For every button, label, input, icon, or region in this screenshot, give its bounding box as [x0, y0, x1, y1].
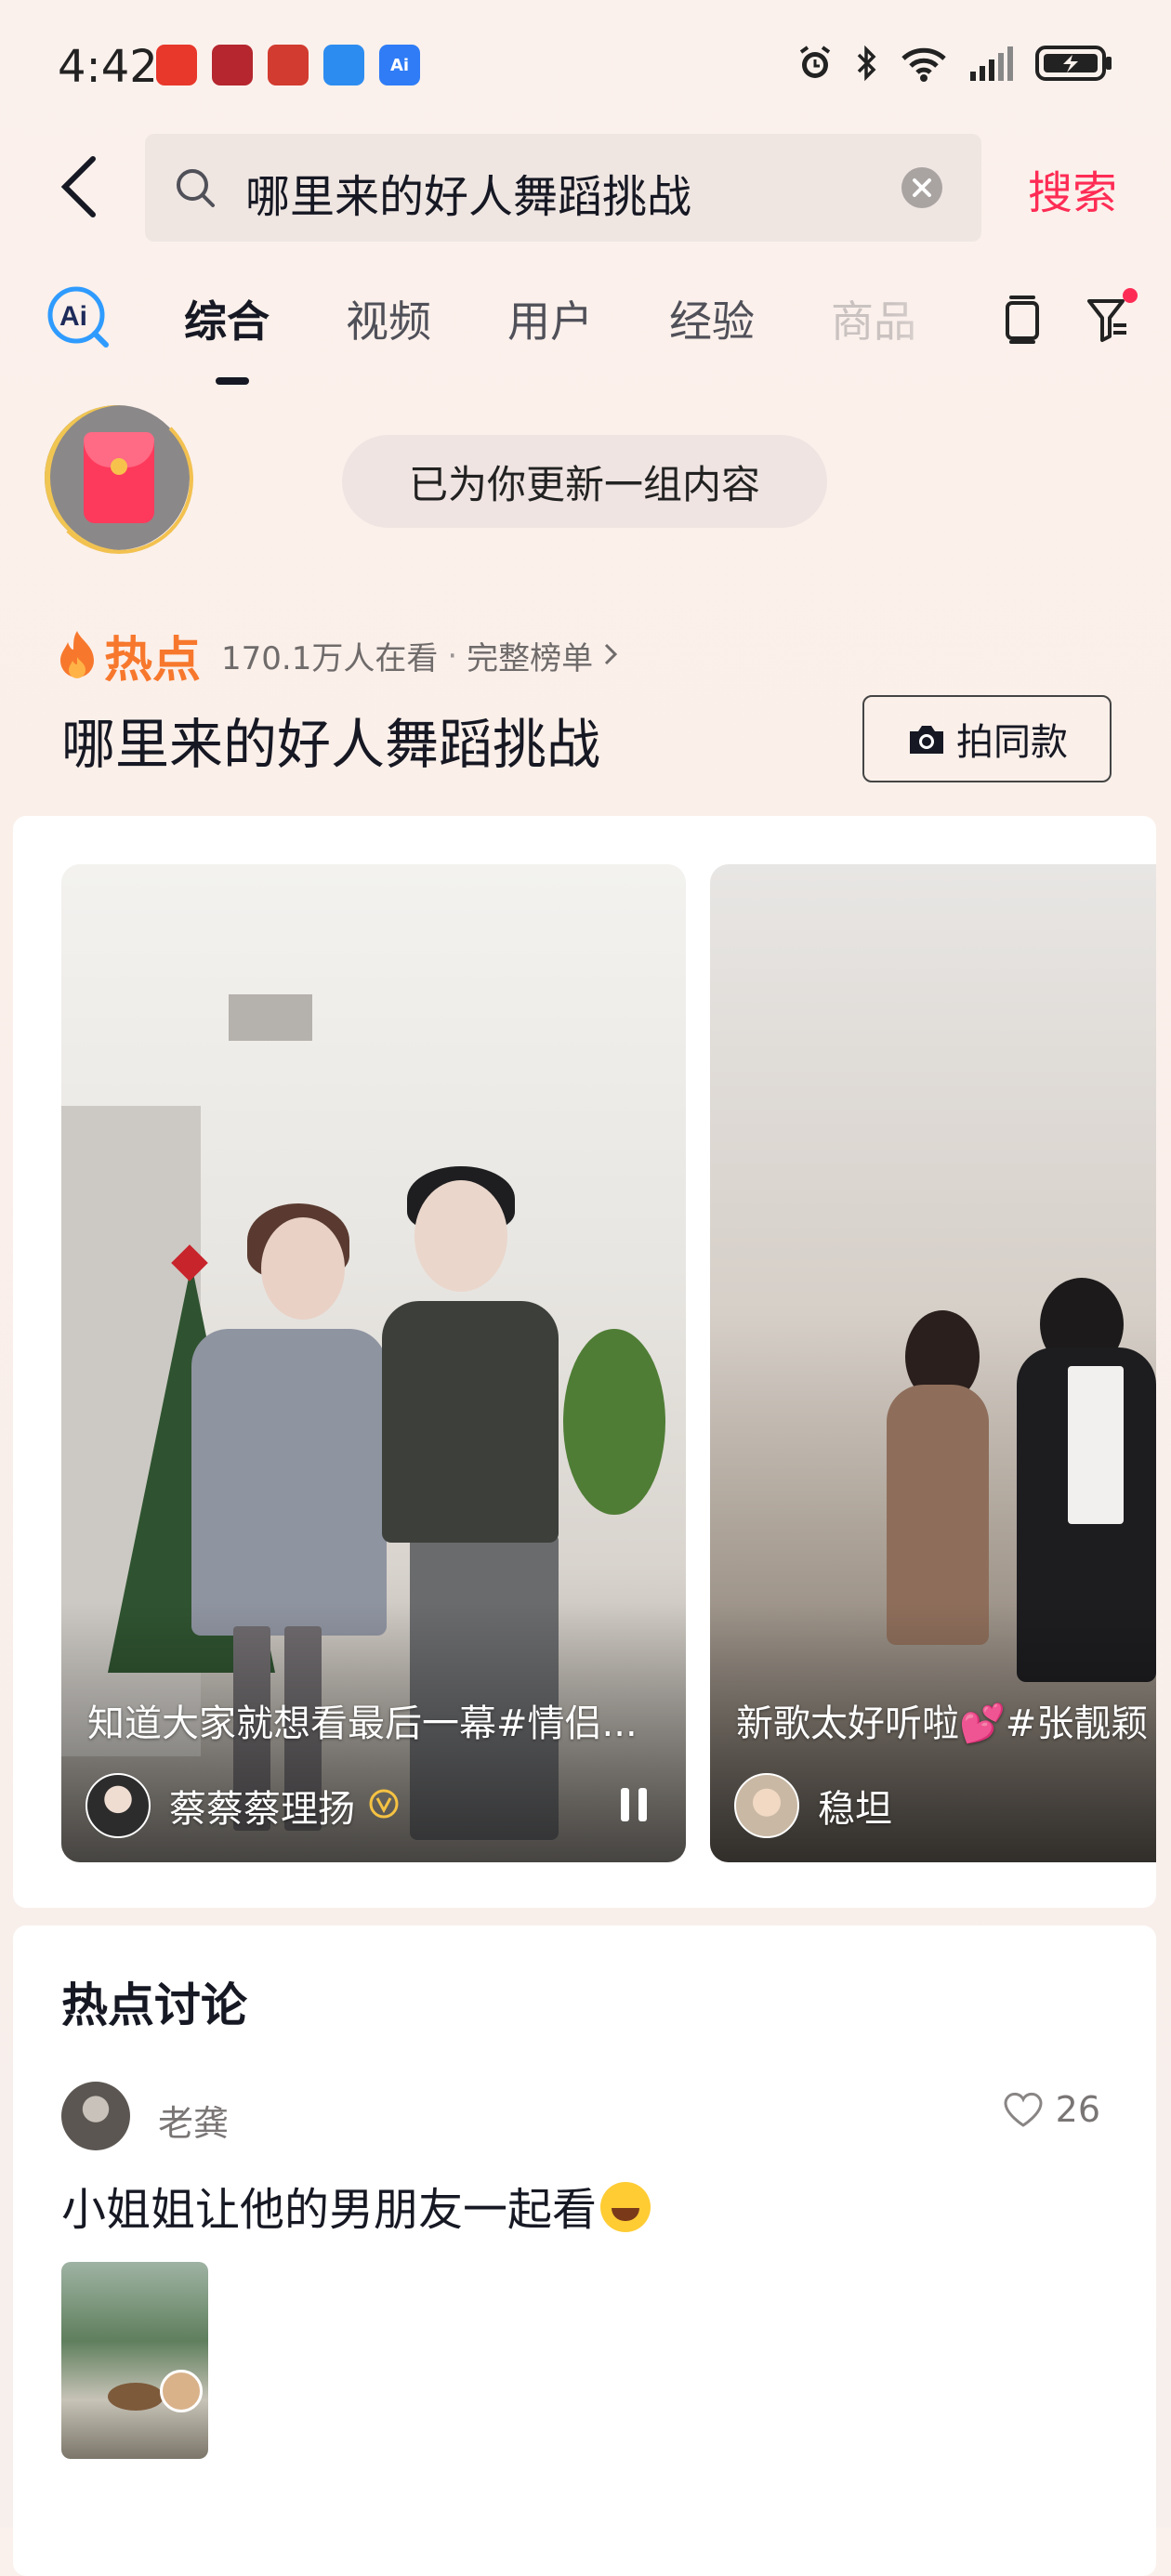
person-jacket	[382, 1301, 559, 1543]
tab-all[interactable]: 综合	[184, 288, 270, 385]
video-caption: 新歌太好听啦💕#张靓颖	[736, 1702, 1149, 1745]
layout-toggle-icon[interactable]	[998, 294, 1046, 349]
tab-experience[interactable]: 经验	[669, 288, 755, 349]
browser-app-icon	[323, 45, 364, 85]
signal-icon	[968, 43, 1015, 84]
shoot-same-button[interactable]: 拍同款	[862, 695, 1112, 782]
status-time: 4:42	[58, 41, 158, 93]
person-head	[414, 1180, 507, 1292]
video-author[interactable]: 蔡蔡蔡理扬	[86, 1773, 400, 1838]
section-title: 热点讨论	[61, 1978, 247, 2032]
laughing-tears-emoji-icon	[600, 2182, 651, 2232]
thumb-object	[108, 2383, 164, 2411]
chevron-left-icon	[60, 156, 96, 217]
notification-app-icons: Ai	[156, 45, 420, 85]
author-name[interactable]: 稳坦	[818, 1779, 892, 1833]
tab-fade-overlay	[892, 275, 1004, 359]
comment-text-content: 小姐姐让他的男朋友一起看	[61, 2184, 598, 2236]
svg-text:Ai: Ai	[59, 301, 87, 332]
game-app-icon	[268, 45, 309, 85]
separator-dot: ·	[447, 637, 458, 675]
hot-topic-title[interactable]: 哪里来的好人舞蹈挑战	[61, 701, 600, 779]
chevron-right-icon	[602, 641, 619, 671]
status-bar: 4:42 Ai	[0, 0, 1171, 130]
video-carousel-card: 知道大家就想看最后一幕#情侣... 蔡蔡蔡理扬 新歌太好听啦💕#张靓颖 稳坦	[13, 816, 1156, 1908]
avatar[interactable]	[734, 1773, 799, 1838]
tab-users[interactable]: 用户	[507, 288, 593, 349]
like-button[interactable]: 26	[1002, 2089, 1100, 2130]
video-caption: 知道大家就想看最后一幕#情侣...	[87, 1702, 638, 1745]
bluetooth-icon	[855, 43, 879, 84]
plant	[563, 1329, 665, 1515]
update-notice[interactable]: 已为你更新一组内容	[342, 435, 827, 528]
shoot-same-label: 拍同款	[956, 721, 1068, 764]
alarm-icon	[796, 43, 835, 84]
person-shirt	[1068, 1366, 1124, 1524]
battery-icon	[1035, 43, 1113, 84]
avatar[interactable]	[86, 1773, 151, 1838]
heart-icon	[1004, 2092, 1043, 2127]
author-name[interactable]: 蔡蔡蔡理扬	[169, 1779, 355, 1833]
ai-app-icon: Ai	[379, 45, 420, 85]
thumb-avatar	[160, 2370, 203, 2412]
like-count: 26	[1055, 2089, 1100, 2130]
comment-video-thumbnail[interactable]	[61, 2262, 208, 2459]
back-button[interactable]	[58, 153, 104, 220]
comment-username[interactable]: 老龚	[158, 2095, 229, 2146]
full-list-link[interactable]: 完整榜单	[467, 633, 593, 678]
person-head	[261, 1217, 345, 1320]
video-thumbnail[interactable]: 知道大家就想看最后一幕#情侣... 蔡蔡蔡理扬	[61, 864, 686, 1862]
clear-icon[interactable]	[900, 165, 944, 214]
tab-video[interactable]: 视频	[346, 288, 431, 349]
wifi-icon	[900, 43, 948, 84]
comment-text[interactable]: 小姐姐让他的男朋友一起看	[61, 2173, 651, 2238]
search-button[interactable]: 搜索	[1028, 156, 1117, 221]
video-author[interactable]: 稳坦	[734, 1773, 892, 1838]
ai-search-icon[interactable]: Ai	[45, 283, 112, 354]
tab-bar: 综合 视频 用户 经验 商品	[184, 288, 993, 385]
red-envelope-icon	[84, 432, 154, 523]
filter-icon[interactable]	[1085, 288, 1139, 349]
avatar[interactable]	[61, 2082, 130, 2150]
news-app-icon	[212, 45, 253, 85]
hot-label: 热点	[104, 633, 202, 689]
search-input[interactable]: 哪里来的好人舞蹈挑战	[145, 134, 981, 242]
hot-topic-row[interactable]: 热点 170.1万人在看 · 完整榜单	[58, 621, 619, 690]
watching-count: 170.1万人在看	[221, 640, 439, 677]
red-app-icon	[156, 45, 197, 85]
hot-discussion-card: 热点讨论 老龚 26 小姐姐让他的男朋友一起看	[13, 1925, 1156, 2576]
verified-icon	[368, 1788, 400, 1823]
video-thumbnail[interactable]: 新歌太好听啦💕#张靓颖 稳坦	[710, 864, 1156, 1862]
person-coat	[191, 1329, 387, 1636]
search-icon	[173, 165, 217, 214]
pause-icon[interactable]	[617, 1786, 651, 1827]
fire-icon	[58, 629, 97, 683]
ceiling-vent	[229, 994, 312, 1041]
search-query[interactable]: 哪里来的好人舞蹈挑战	[245, 160, 691, 225]
camera-icon	[910, 726, 943, 754]
